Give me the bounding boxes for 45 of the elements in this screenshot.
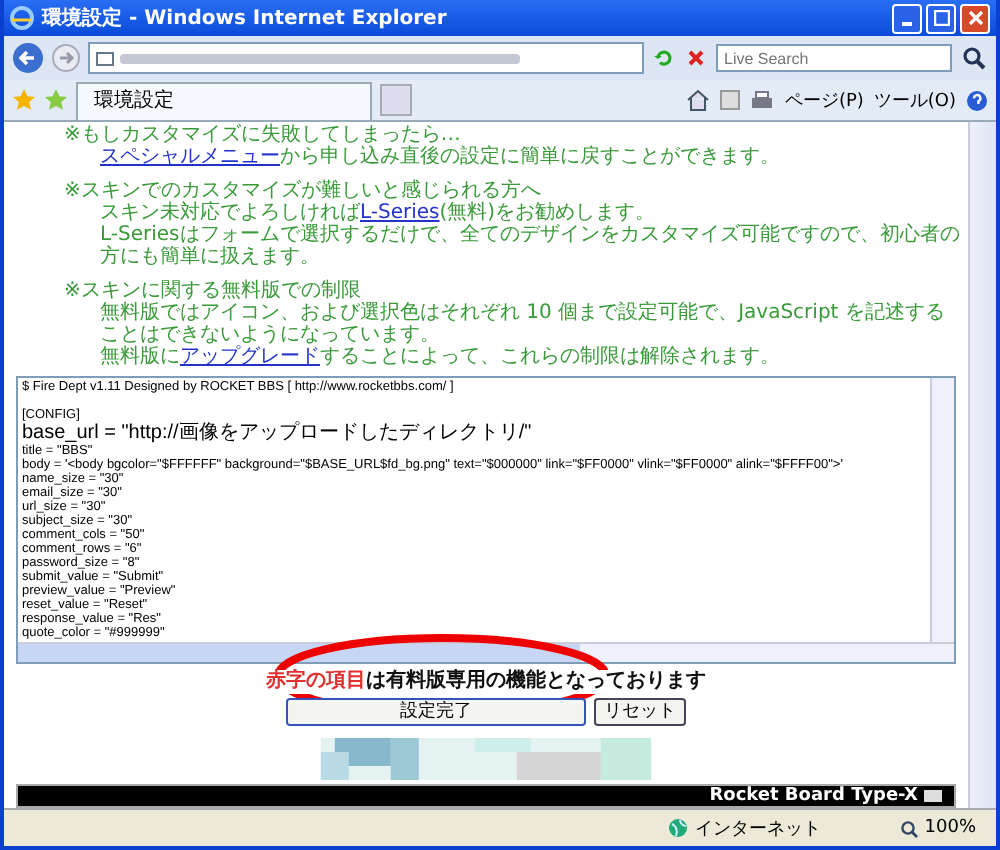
submit-button[interactable]: 設定完了 bbox=[286, 698, 586, 726]
toolbar-menu[interactable]: ページ(P) bbox=[784, 87, 864, 113]
zoom-control[interactable]: 100% bbox=[900, 818, 976, 838]
notice-text: は有料版専用の機能となっております bbox=[366, 670, 706, 692]
maximize-icon bbox=[933, 10, 949, 26]
reset-button[interactable]: リセット bbox=[594, 698, 686, 726]
code-line: base_url = "http://画像をアップロードしたディレクトリ/" bbox=[22, 422, 534, 444]
printer-icon[interactable] bbox=[750, 90, 775, 110]
search-field[interactable]: Live Search bbox=[716, 44, 952, 72]
link[interactable]: スペシャルメニュー bbox=[100, 146, 280, 168]
note-text: スペシャルメニューから申し込み直後の設定に簡単に戻すことができます。 bbox=[98, 146, 782, 168]
editor-scrollbar[interactable] bbox=[930, 378, 954, 642]
footer-text: Rocket Board Type-X bbox=[709, 786, 918, 806]
help-icon[interactable] bbox=[966, 89, 988, 111]
note-heading: ※スキンに関する無料版での制限 bbox=[64, 280, 363, 302]
note-text: スキン未対応でよろしければL-Series(無料)をお勧めします。 bbox=[98, 202, 658, 224]
close-button[interactable] bbox=[960, 3, 990, 33]
favorites-star-icon[interactable] bbox=[12, 88, 36, 112]
minimize-button[interactable] bbox=[892, 3, 922, 33]
home-icon[interactable] bbox=[686, 88, 711, 112]
link[interactable]: アップグレード bbox=[180, 346, 320, 368]
editor-horizontal-scrollbar[interactable] bbox=[18, 642, 954, 662]
browser-tab[interactable]: 環境設定 bbox=[76, 81, 372, 119]
magnifier-icon bbox=[900, 819, 919, 837]
config-text-area[interactable] bbox=[16, 376, 956, 664]
maximize-button[interactable] bbox=[926, 3, 956, 33]
note-text: 無料版ではアイコン、および選択色はそれぞれ 10 個まで設定可能で、JavaScript を記述することはできないようになっています。 bbox=[98, 302, 947, 346]
address-field[interactable] bbox=[88, 42, 644, 74]
note-heading: ※もしカスタマイズに失敗してしまったら… bbox=[64, 124, 461, 146]
refresh-icon[interactable] bbox=[652, 46, 676, 70]
browser-logo-icon bbox=[10, 6, 34, 30]
note-heading: ※スキンでのカスタマイズが難しいと感じられる方へ bbox=[64, 180, 543, 202]
note-text: 無料版にアップグレードすることによって、これらの制限は解除されます。 bbox=[98, 346, 782, 368]
window-title: 環境設定 - Windows Internet Explorer bbox=[42, 4, 449, 32]
security-zone: インターネット bbox=[694, 817, 821, 841]
toolbar-menu[interactable]: ツール(O) bbox=[873, 87, 956, 113]
note-text: L-Seriesはフォームで選択するだけで、全てのデザインをカスタマイズ可能ですので、初心者の方にも簡単に扱えます。 bbox=[98, 224, 960, 268]
page-icon bbox=[96, 51, 114, 65]
page-scrollbar[interactable] bbox=[968, 122, 996, 808]
stop-icon[interactable] bbox=[684, 46, 708, 70]
search-icon[interactable] bbox=[960, 44, 988, 72]
close-icon bbox=[967, 10, 983, 26]
notice-highlight: 赤字の項目 bbox=[266, 670, 366, 692]
globe-icon bbox=[668, 818, 689, 838]
link[interactable]: L-Series bbox=[360, 202, 440, 224]
